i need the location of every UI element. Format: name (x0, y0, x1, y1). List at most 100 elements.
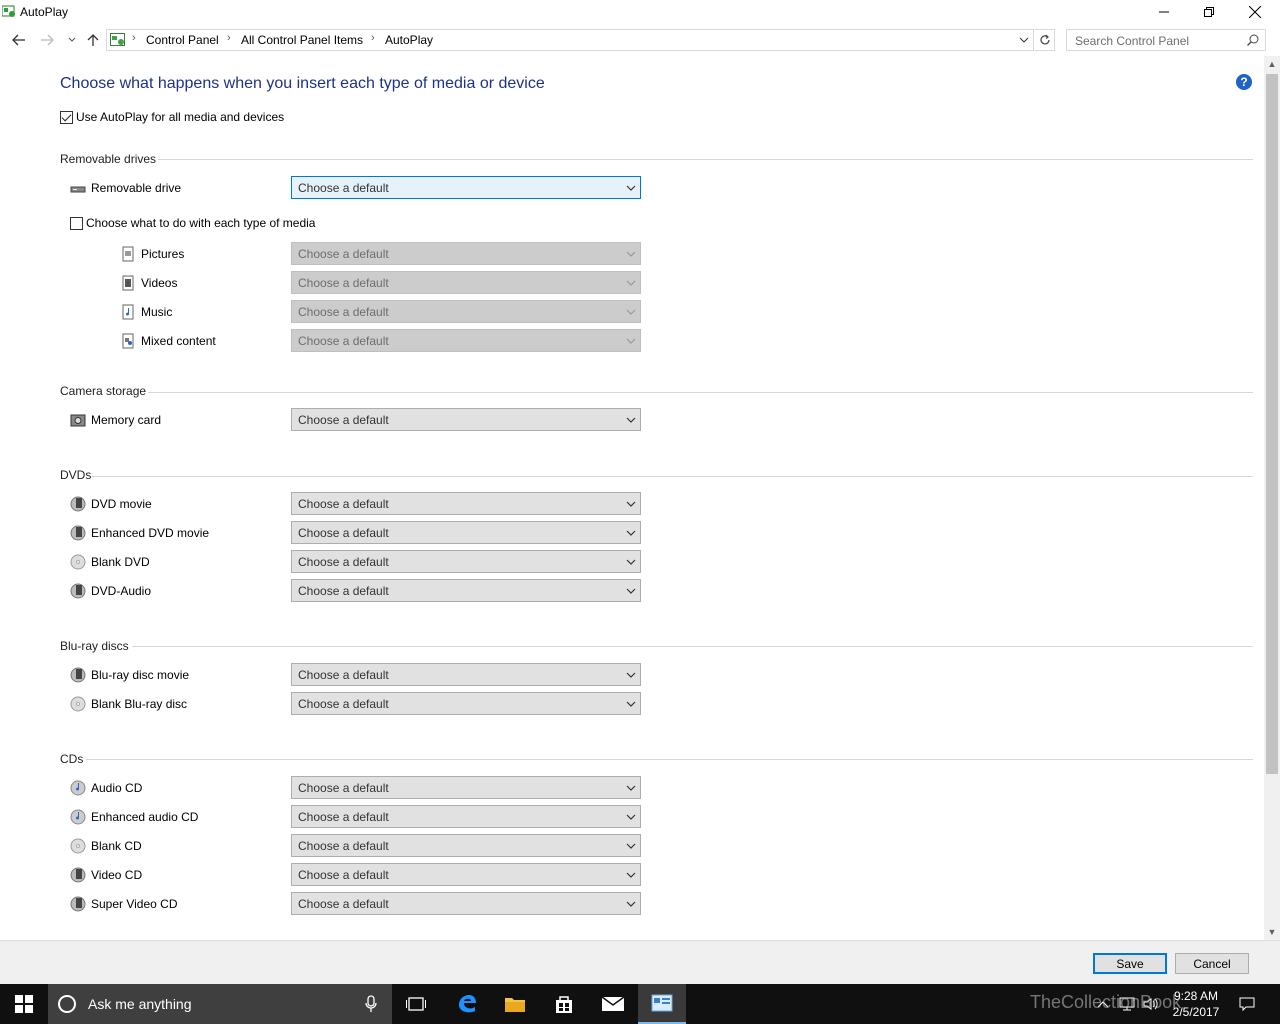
start-button[interactable] (0, 984, 48, 1024)
window-title: AutoPlay (20, 5, 69, 19)
forward-button[interactable] (37, 30, 57, 50)
video-cd-select[interactable]: Choose a default (291, 863, 641, 886)
blank-cd-select[interactable]: Choose a default (291, 834, 641, 857)
select-value: Choose a default (298, 526, 389, 540)
recent-locations-button[interactable] (62, 30, 82, 50)
enhanced-dvd-movie-icon (70, 525, 86, 541)
address-bar[interactable]: › Control Panel › All Control Panel Item… (106, 29, 1034, 51)
minimize-button[interactable] (1141, 0, 1187, 24)
search-icon (1247, 34, 1259, 46)
cancel-button[interactable]: Cancel (1175, 953, 1249, 974)
each-media-type-checkbox[interactable] (70, 217, 83, 230)
address-history-dropdown[interactable] (1017, 32, 1031, 48)
chevron-down-icon (626, 672, 636, 678)
chevron-down-icon (626, 501, 636, 507)
blank-dvd-select[interactable]: Choose a default (291, 550, 641, 573)
removable-drive-select[interactable]: Choose a default (291, 176, 641, 199)
action-center-button[interactable] (1236, 984, 1258, 1024)
section-bluray-discs: Blu-ray discs (60, 639, 129, 653)
help-icon[interactable]: ? (1236, 74, 1252, 90)
dvd-audio-select[interactable]: Choose a default (291, 579, 641, 602)
bluray-movie-select[interactable]: Choose a default (291, 663, 641, 686)
enhanced-dvd-movie-label: Enhanced DVD movie (91, 526, 210, 540)
audio-cd-select[interactable]: Choose a default (291, 776, 641, 799)
chevron-down-icon (626, 872, 636, 878)
dvd-audio-icon (70, 583, 86, 599)
cortana-search-box[interactable]: Ask me anything (48, 984, 392, 1024)
select-value: Choose a default (298, 181, 389, 195)
breadcrumb-separator-icon: › (132, 32, 136, 44)
blank-dvd-label: Blank DVD (91, 555, 150, 569)
memory-card-select[interactable]: Choose a default (291, 408, 641, 431)
blank-bluray-icon (70, 696, 86, 712)
title-bar: AutoPlay (0, 0, 1280, 24)
search-box[interactable]: Search Control Panel (1066, 29, 1266, 51)
breadcrumb-all-items[interactable]: All Control Panel Items (241, 33, 363, 47)
dialog-footer: Save Cancel (0, 940, 1280, 984)
chevron-down-icon (68, 37, 76, 42)
section-divider (86, 759, 1253, 760)
music-label: Music (141, 305, 173, 319)
use-autoplay-checkbox[interactable] (60, 111, 73, 124)
autoplay-app-icon (2, 5, 15, 17)
section-divider (158, 159, 1253, 160)
page-title: Choose what happens when you insert each… (60, 75, 545, 92)
store-button[interactable] (540, 984, 588, 1024)
mixed-content-select: Choose a default (291, 329, 641, 352)
control-panel-taskbar-button[interactable] (638, 984, 686, 1024)
chevron-down-icon (626, 559, 636, 565)
blank-bluray-select[interactable]: Choose a default (291, 692, 641, 715)
chevron-down-icon (1019, 37, 1029, 43)
refresh-button[interactable] (1035, 29, 1055, 51)
vertical-scrollbar[interactable]: ▲ ▼ (1264, 56, 1280, 940)
super-video-cd-select[interactable]: Choose a default (291, 892, 641, 915)
breadcrumb-separator-icon: › (371, 32, 375, 44)
breadcrumb-autoplay[interactable]: AutoPlay (385, 33, 433, 47)
mail-icon (601, 996, 625, 1011)
blank-bluray-label: Blank Blu-ray disc (91, 697, 188, 711)
up-button[interactable] (83, 30, 103, 50)
cortana-placeholder: Ask me anything (88, 996, 192, 1012)
refresh-icon (1039, 34, 1050, 45)
scroll-up-icon[interactable]: ▲ (1264, 56, 1280, 72)
select-value: Choose a default (298, 305, 389, 319)
audio-cd-label: Audio CD (91, 781, 143, 795)
chevron-down-icon (626, 701, 636, 707)
task-view-button[interactable] (392, 984, 440, 1024)
super-video-cd-icon (70, 896, 86, 912)
bluray-movie-label: Blu-ray disc movie (91, 668, 190, 682)
chevron-down-icon (626, 843, 636, 849)
select-value: Choose a default (298, 497, 389, 511)
mail-button[interactable] (589, 984, 637, 1024)
super-video-cd-label: Super Video CD (91, 897, 178, 911)
mixed-content-label: Mixed content (141, 334, 216, 348)
blank-cd-icon (70, 838, 86, 854)
windows-logo-icon (15, 995, 33, 1013)
video-cd-icon (70, 867, 86, 883)
section-divider (92, 476, 1253, 477)
edge-browser-button[interactable] (443, 984, 491, 1024)
file-explorer-button[interactable] (491, 984, 539, 1024)
enhanced-audio-cd-icon (70, 809, 86, 825)
section-dvds: DVDs (60, 468, 92, 482)
save-button[interactable]: Save (1093, 953, 1167, 974)
scrollbar-thumb[interactable] (1266, 74, 1278, 774)
enhanced-dvd-movie-select[interactable]: Choose a default (291, 521, 641, 544)
microphone-icon[interactable] (364, 995, 378, 1013)
autoplay-settings-panel: Choose what happens when you insert each… (0, 56, 1264, 940)
close-button[interactable] (1232, 0, 1278, 24)
forward-arrow-icon (41, 34, 54, 46)
chevron-down-icon (626, 251, 636, 257)
back-button[interactable] (9, 30, 29, 50)
restore-button[interactable] (1186, 0, 1232, 24)
scroll-down-icon[interactable]: ▼ (1264, 924, 1280, 940)
select-value: Choose a default (298, 839, 389, 853)
enhanced-audio-cd-select[interactable]: Choose a default (291, 805, 641, 828)
breadcrumb-control-panel[interactable]: Control Panel (146, 33, 219, 47)
videos-select: Choose a default (291, 271, 641, 294)
section-camera-storage: Camera storage (60, 384, 147, 398)
chevron-down-icon (626, 901, 636, 907)
minimize-icon (1159, 11, 1169, 13)
pictures-label: Pictures (141, 247, 185, 261)
dvd-movie-select[interactable]: Choose a default (291, 492, 641, 515)
